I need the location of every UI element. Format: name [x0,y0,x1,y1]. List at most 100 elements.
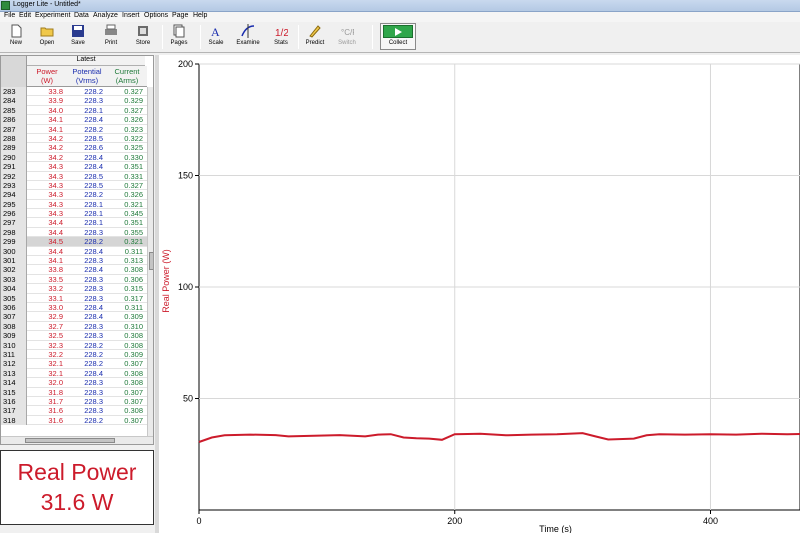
potential-cell: 228.2 [84,415,103,425]
potential-cell: 228.3 [84,331,103,341]
new-button[interactable]: New [5,23,27,51]
stats-button[interactable]: 1/2 Stats [270,23,292,51]
table-row[interactable]: 312 32.1 228.2 0.307 [1,359,147,369]
current-cell: 0.308 [124,378,143,388]
examine-button[interactable]: Examine [234,23,262,51]
column-header-power[interactable]: Power (W) [27,67,67,85]
table-row[interactable]: 299 34.5 228.2 0.321 [1,237,147,247]
switch-button[interactable]: °C/F Switch [334,23,360,51]
horizontal-scrollbar[interactable] [1,436,153,444]
potential-cell: 228.3 [84,387,103,397]
column-header-current[interactable]: Current (Arms) [107,67,147,85]
save-button[interactable]: Save [67,23,89,51]
table-row[interactable]: 297 34.4 228.1 0.351 [1,218,147,228]
power-cell: 32.5 [48,331,63,341]
table-row[interactable]: 290 34.2 228.4 0.330 [1,152,147,163]
vertical-scrollbar[interactable] [147,87,153,436]
table-row[interactable]: 302 33.8 228.4 0.308 [1,265,147,275]
table-row[interactable]: 313 32.1 228.4 0.308 [1,368,147,379]
app-icon [1,1,10,10]
graph-panel[interactable]: 50 100 150 200 0 200 400 Time (s) Real Power (W) [159,55,800,533]
power-cell: 34.3 [48,209,63,219]
table-row[interactable]: 311 32.2 228.2 0.309 [1,349,147,360]
power-cell: 34.2 [48,152,63,162]
row-index: 308 [1,321,27,332]
title-bar: Logger Lite - Untitled* [0,0,800,12]
row-index: 283 [1,87,27,97]
table-row[interactable]: 293 34.3 228.5 0.327 [1,180,147,191]
table-row[interactable]: 292 34.3 228.5 0.331 [1,171,147,181]
table-row[interactable]: 287 34.1 228.2 0.323 [1,124,147,134]
row-index: 302 [1,265,27,275]
table-row[interactable]: 289 34.2 228.6 0.325 [1,143,147,153]
table-row[interactable]: 310 32.3 228.2 0.308 [1,340,147,350]
potential-cell: 228.4 [84,152,103,162]
table-row[interactable]: 303 33.5 228.3 0.306 [1,274,147,285]
y-tick-label: 100 [178,282,193,292]
real-power-chart[interactable]: 50 100 150 200 0 200 400 Time (s) Real Power (W) [159,55,800,533]
current-cell: 0.351 [124,162,143,172]
menu-data[interactable]: Data [74,12,89,19]
table-row[interactable]: 291 34.3 228.4 0.351 [1,162,147,172]
print-button[interactable]: Print [99,23,123,51]
current-cell: 0.327 [124,105,143,115]
potential-cell: 228.3 [84,274,103,284]
table-row[interactable]: 283 33.8 228.2 0.327 [1,87,147,97]
scroll-thumb[interactable] [149,252,153,270]
predict-button[interactable]: Predict [302,23,328,51]
table-row[interactable]: 286 34.1 228.4 0.326 [1,115,147,125]
table-row[interactable]: 294 34.3 228.2 0.326 [1,190,147,200]
menu-page[interactable]: Page [172,12,188,19]
table-row[interactable]: 305 33.1 228.3 0.317 [1,293,147,303]
potential-cell: 228.2 [84,124,103,134]
new-document-icon [11,24,22,38]
pages-button[interactable]: Pages [166,23,192,51]
table-row[interactable]: 304 33.2 228.3 0.315 [1,284,147,294]
current-cell: 0.306 [124,274,143,284]
potential-cell: 228.2 [84,87,103,96]
power-cell: 32.1 [48,359,63,369]
table-row[interactable]: 284 33.9 228.3 0.329 [1,96,147,106]
menu-analyze[interactable]: Analyze [93,12,118,19]
table-row[interactable]: 317 31.6 228.3 0.308 [1,406,147,416]
collect-button[interactable]: Collect [380,23,416,50]
column-header-potential[interactable]: Potential (Vrms) [67,67,107,85]
menu-file[interactable]: File [4,12,15,19]
row-index: 286 [1,115,27,125]
toolbar-separator [298,25,299,49]
power-cell: 33.1 [48,293,63,303]
power-cell: 32.7 [48,321,63,331]
table-row[interactable]: 285 34.0 228.1 0.327 [1,105,147,116]
table-row[interactable]: 288 34.2 228.5 0.322 [1,133,147,144]
menu-experiment[interactable]: Experiment [35,12,70,19]
table-row[interactable]: 296 34.3 228.1 0.345 [1,209,147,219]
scroll-thumb[interactable] [25,438,115,443]
table-row[interactable]: 307 32.9 228.4 0.309 [1,312,147,322]
menu-options[interactable]: Options [144,12,168,19]
table-row[interactable]: 306 33.0 228.4 0.311 [1,302,147,313]
potential-cell: 228.2 [84,237,103,247]
table-row[interactable]: 309 32.5 228.3 0.308 [1,331,147,341]
pages-icon [173,24,185,38]
table-row[interactable]: 301 34.1 228.3 0.313 [1,256,147,266]
current-cell: 0.309 [124,312,143,322]
menu-help[interactable]: Help [193,12,207,19]
table-row[interactable]: 308 32.7 228.3 0.310 [1,321,147,332]
scale-button[interactable]: A Scale [205,23,227,51]
open-button[interactable]: Open [34,23,60,51]
table-row[interactable]: 315 31.8 228.3 0.307 [1,387,147,397]
table-row[interactable]: 298 34.4 228.3 0.355 [1,227,147,238]
table-row[interactable]: 314 32.0 228.3 0.308 [1,378,147,388]
menu-edit[interactable]: Edit [19,12,31,19]
menu-insert[interactable]: Insert [122,12,140,19]
store-button[interactable]: Store [131,23,155,51]
potential-cell: 228.3 [84,256,103,266]
table-row[interactable]: 300 34.4 228.4 0.311 [1,246,147,257]
power-cell: 34.2 [48,143,63,153]
table-row[interactable]: 318 31.6 228.2 0.307 [1,415,147,426]
table-body[interactable]: 283 33.8 228.2 0.327 284 33.9 228.3 0.329 285 34.… [1,87,147,435]
table-row[interactable]: 316 31.7 228.3 0.307 [1,396,147,407]
power-cell: 31.7 [48,396,63,406]
potential-cell: 228.4 [84,312,103,322]
table-row[interactable]: 295 34.3 228.1 0.321 [1,199,147,210]
